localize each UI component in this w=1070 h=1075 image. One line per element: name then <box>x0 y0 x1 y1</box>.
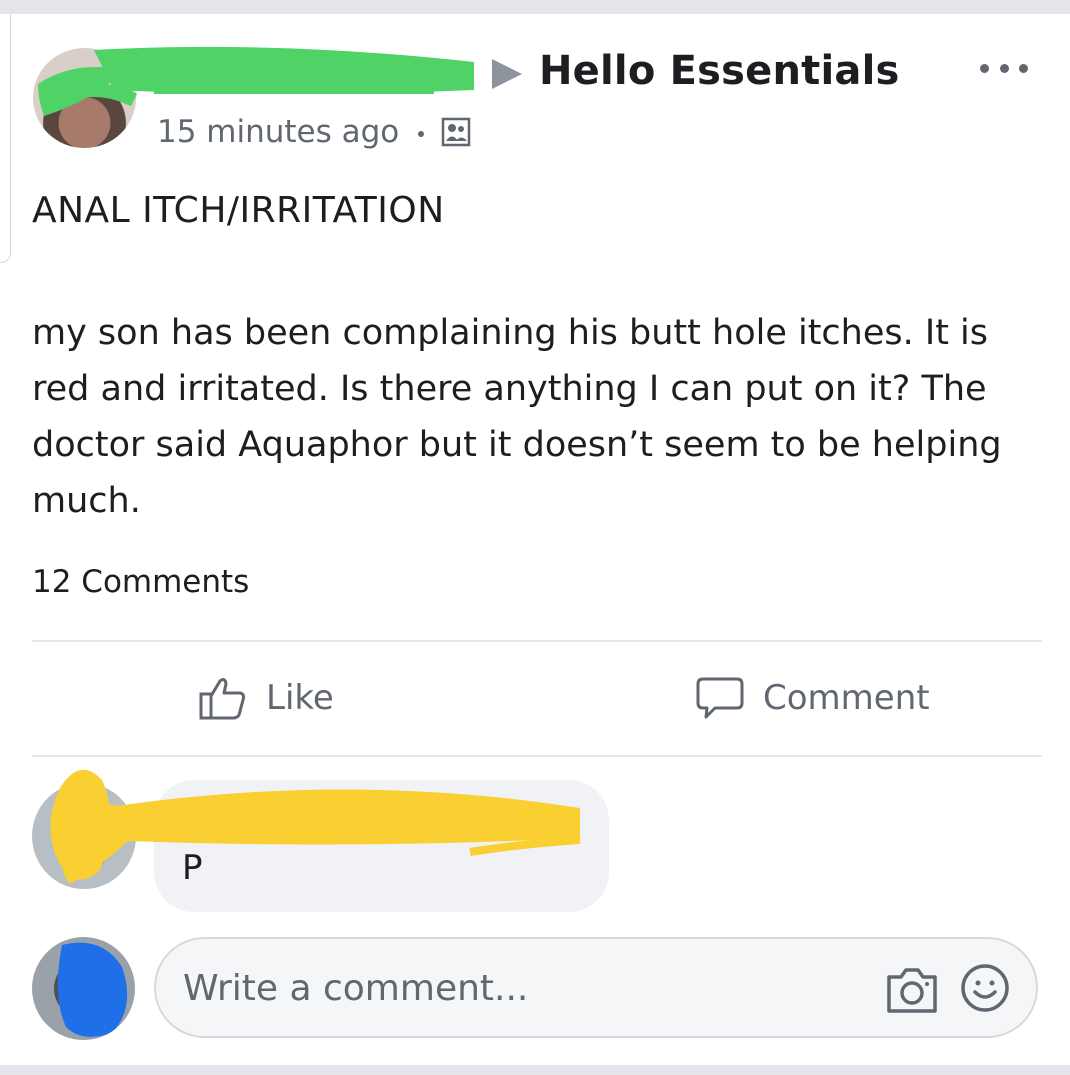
card-edge <box>0 14 11 263</box>
divider <box>32 755 1042 757</box>
comment-input[interactable] <box>183 968 833 1009</box>
smiley-icon[interactable] <box>960 963 1010 1013</box>
group-members-icon <box>441 117 471 147</box>
post-title: ANAL ITCH/IRRITATION <box>32 190 445 231</box>
thumbs-up-icon <box>199 678 246 720</box>
post-body-text: my son has been complaining his butt hol… <box>32 313 1002 521</box>
post-timestamp[interactable]: 15 minutes ago <box>157 114 399 150</box>
comment-label: Comment <box>763 678 930 718</box>
avatar-redaction <box>57 942 128 1037</box>
current-user-avatar[interactable] <box>32 937 135 1040</box>
author-name-redaction <box>38 46 474 116</box>
shared-to-arrow-icon <box>492 59 522 89</box>
camera-icon[interactable] <box>885 965 939 1015</box>
like-label: Like <box>266 678 334 718</box>
comment-count-link[interactable]: 12 Comments <box>32 564 249 600</box>
separator-dot <box>418 131 424 137</box>
commenter-redaction <box>50 769 581 885</box>
more-options-icon[interactable] <box>980 58 1028 78</box>
comment-button[interactable]: Comment <box>695 668 930 728</box>
group-name-link[interactable]: Hello Essentials <box>539 48 900 94</box>
like-button[interactable]: Like <box>198 668 334 728</box>
divider <box>32 640 1042 642</box>
speech-bubble-icon <box>696 677 744 719</box>
